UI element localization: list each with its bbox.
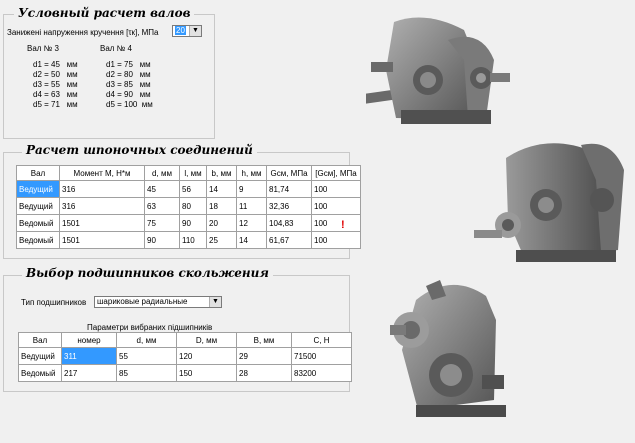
table-cell[interactable]: 20 [206,214,237,232]
table-cell[interactable]: 29 [236,347,292,365]
table-cell[interactable]: 63 [144,197,180,215]
diameter-value: d1 = 45 мм [33,60,78,69]
table-cell[interactable]: 85 [116,364,177,382]
diameter-value: d3 = 85 мм [106,80,151,89]
chevron-down-icon[interactable]: ▼ [209,297,221,307]
column-header[interactable]: [Gсм], МПа [311,165,361,181]
table-cell[interactable]: 217 [61,364,117,382]
gearbox-top-image [366,17,510,124]
diameter-value: d3 = 55 мм [33,80,78,89]
table-cell[interactable]: 100 [311,231,361,249]
table-cell[interactable]: 11 [236,197,267,215]
gearbox-illustrations [356,0,635,441]
table-row[interactable]: Ведущий 311 55 120 29 71500 [18,347,352,365]
gearbox-bottom-image [390,280,506,417]
table-cell[interactable]: 110 [179,231,207,249]
table-cell[interactable]: 14 [236,231,267,249]
diameter-value: d5 = 100 мм [106,100,153,109]
diameter-value: d5 = 71 мм [33,100,78,109]
bearing-type-value: шариковые радиальные [97,297,188,306]
table-row[interactable]: Ведущий 316 63 80 18 11 32,36 100 [16,197,361,215]
shafts-group-title: Условный расчет валов [14,6,195,20]
column-header[interactable]: C, H [291,332,352,348]
column-header[interactable]: d, мм [116,332,177,348]
bearing-type-label: Тип подшипников [21,298,87,307]
gearbox-middle-image [474,143,624,262]
table-cell[interactable]: 55 [116,347,177,365]
table-cell[interactable]: 56 [179,180,207,198]
column-header[interactable]: h, мм [236,165,267,181]
table-cell[interactable]: 83200 [291,364,352,382]
column-header[interactable]: Момент М, Н*м [59,165,145,181]
table-row[interactable]: Ведущий 316 45 56 14 9 81,74 100 [16,180,361,198]
table-cell[interactable]: 120 [176,347,237,365]
column-header[interactable]: Gсм, МПа [266,165,312,181]
table-cell[interactable]: 100 [311,197,361,215]
column-header[interactable]: номер [61,332,117,348]
column-header[interactable]: d, мм [144,165,180,181]
table-row[interactable]: Ведомый 1501 90 110 25 14 61,67 100 [16,231,361,249]
shaft3-label: Вал № 3 [27,44,59,53]
row-header-cell[interactable]: Ведомый [16,231,60,249]
table-cell[interactable]: 18 [206,197,237,215]
table-cell[interactable]: 14 [206,180,237,198]
keys-group-title: Расчет шпоночных соединений [22,143,257,157]
diameter-value: d2 = 50 мм [33,70,78,79]
table-cell[interactable]: 80 [179,197,207,215]
table-row[interactable]: Ведомый 217 85 150 28 83200 [18,364,352,382]
stress-label: Занижені напруження кручення [τк], МПа [7,28,159,37]
row-header-cell[interactable]: Ведомый [18,364,62,382]
table-cell[interactable]: 100 [311,180,361,198]
warning-icon: ! [341,219,345,231]
chevron-down-icon[interactable]: ▼ [189,26,201,36]
row-header-cell[interactable]: Ведомый [16,214,60,232]
row-header-cell[interactable]: Ведущий [16,197,60,215]
shaft4-label: Вал № 4 [100,44,132,53]
bearings-table[interactable]: Вал номер d, мм D, мм B, мм C, H Ведущий 311 55 1… [18,332,352,382]
table-cell[interactable]: 45 [144,180,180,198]
table-cell[interactable]: 12 [236,214,267,232]
column-header[interactable]: l, мм [179,165,207,181]
bearings-group-title: Выбор подшипников скольжения [22,266,273,280]
table-cell[interactable]: 1501 [59,214,145,232]
table-cell[interactable]: 90 [179,214,207,232]
table-cell[interactable]: 32,36 [266,197,312,215]
table-cell[interactable]: 9 [236,180,267,198]
table-cell[interactable]: 1501 [59,231,145,249]
table-cell[interactable]: 25 [206,231,237,249]
stress-select-value: 20 [175,26,186,35]
column-header[interactable]: B, мм [236,332,292,348]
table-cell[interactable]: 61,67 [266,231,312,249]
table-cell[interactable]: 316 [59,197,145,215]
stress-select[interactable]: 20 ▼ [172,25,202,37]
table-cell[interactable]: 75 [144,214,180,232]
column-header[interactable]: D, мм [176,332,237,348]
table-cell[interactable]: 311 [61,347,117,365]
table-cell[interactable]: 81,74 [266,180,312,198]
row-header-cell[interactable]: Ведущий [18,347,62,365]
column-header[interactable]: Вал [18,332,62,348]
bearing-params-caption: Параметри вибраних підшипників [87,323,213,332]
table-cell[interactable]: 316 [59,180,145,198]
table-cell[interactable]: 100 [311,214,361,232]
table-cell[interactable]: 71500 [291,347,352,365]
diameter-value: d1 = 75 мм [106,60,151,69]
table-cell[interactable]: 28 [236,364,292,382]
column-header[interactable]: Вал [16,165,60,181]
keys-table[interactable]: Вал Момент М, Н*м d, мм l, мм b, мм h, мм Gсм,… [16,165,361,249]
row-header-cell[interactable]: Ведущий [16,180,60,198]
table-cell[interactable]: 104,83 [266,214,312,232]
table-cell[interactable]: 150 [176,364,237,382]
diameter-value: d4 = 90 мм [106,90,151,99]
diameter-value: d2 = 80 мм [106,70,151,79]
table-row[interactable]: Ведомый 1501 75 90 20 12 104,83 100 [16,214,361,232]
table-cell[interactable]: 90 [144,231,180,249]
diameter-value: d4 = 63 мм [33,90,78,99]
bearing-type-select[interactable]: шариковые радиальные ▼ [94,296,222,308]
column-header[interactable]: b, мм [206,165,237,181]
